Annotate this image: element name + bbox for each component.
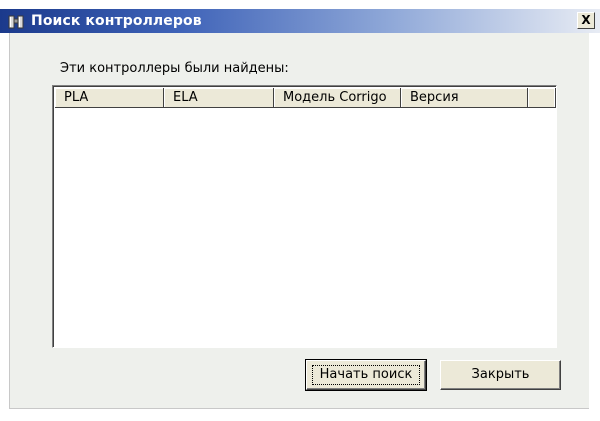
column-header-ela[interactable]: ELA (164, 88, 274, 108)
start-search-button[interactable]: Начать поиск (305, 359, 427, 391)
column-header-pla[interactable]: PLA (55, 88, 164, 108)
list-header: PLA ELA Модель Corrigo Версия (55, 88, 556, 108)
title-bar[interactable]: Поиск контроллеров X (0, 9, 600, 33)
controllers-list[interactable]: PLA ELA Модель Corrigo Версия (52, 85, 557, 348)
binoculars-icon (8, 15, 24, 29)
focus-rectangle (312, 365, 420, 385)
close-window-button[interactable]: X (577, 12, 595, 29)
column-header-filler (528, 88, 556, 108)
column-header-model[interactable]: Модель Corrigo (274, 88, 401, 108)
close-label: Закрыть (471, 367, 530, 382)
search-controllers-dialog: Поиск контроллеров X Эти контроллеры был… (0, 0, 600, 421)
column-header-version[interactable]: Версия (401, 88, 528, 108)
window-title: Поиск контроллеров (31, 13, 202, 29)
close-button[interactable]: Закрыть (440, 360, 561, 390)
found-controllers-label: Эти контроллеры были найдены: (60, 61, 289, 76)
close-icon: X (581, 13, 591, 27)
